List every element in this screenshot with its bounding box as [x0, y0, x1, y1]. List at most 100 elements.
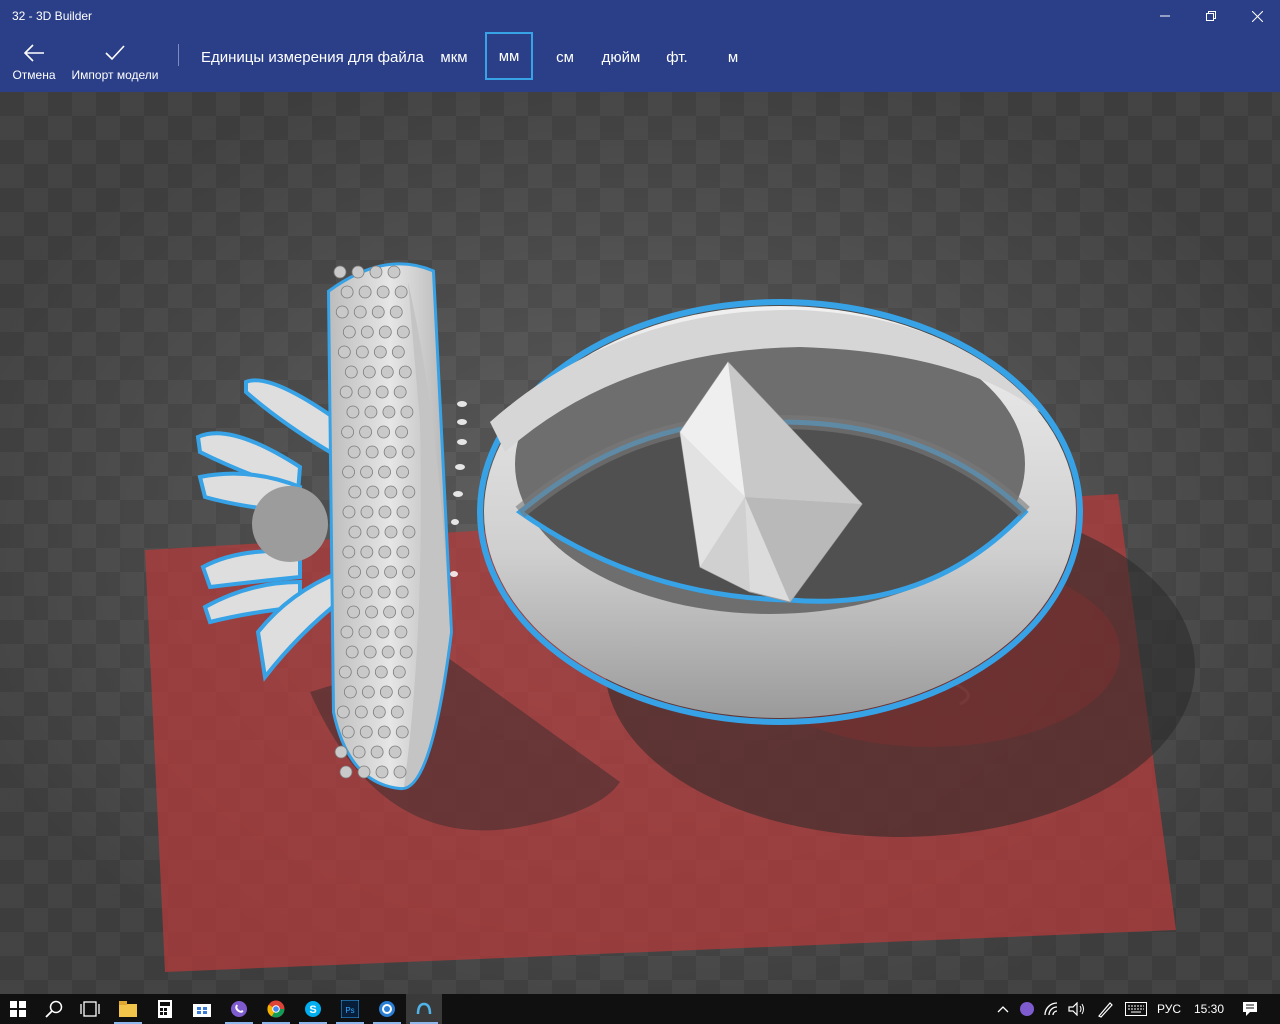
unit-option-mkm[interactable]: мкм: [432, 34, 476, 80]
import-model-button[interactable]: Импорт модели: [68, 36, 162, 88]
bead: [400, 405, 414, 419]
calculator-icon[interactable]: [147, 994, 183, 1024]
bead: [333, 265, 347, 279]
command-bar: Отмена Импорт модели Единицы измерения д…: [0, 32, 1280, 92]
bead: [364, 405, 378, 419]
language-indicator[interactable]: РУС: [1157, 1002, 1181, 1016]
bead: [343, 685, 357, 699]
bead: [347, 445, 361, 459]
bead: [378, 505, 392, 519]
bead: [390, 705, 404, 719]
3d-viewport[interactable]: [0, 92, 1280, 994]
bead: [399, 645, 413, 659]
minimize-button[interactable]: [1142, 0, 1188, 32]
bead: [335, 305, 349, 319]
unit-label: м: [727, 48, 739, 66]
task-view-icon[interactable]: [72, 994, 108, 1024]
bead: [388, 745, 402, 759]
checkmark-icon: [105, 45, 125, 61]
bead: [360, 325, 374, 339]
bead: [377, 425, 390, 439]
bead: [387, 265, 401, 279]
bead: [373, 345, 387, 359]
bead: [392, 665, 406, 679]
bead: [348, 525, 362, 539]
viber-tray-icon[interactable]: [1016, 994, 1038, 1024]
scene-svg[interactable]: [0, 92, 1280, 994]
pen-icon[interactable]: [1094, 994, 1116, 1024]
bead: [371, 305, 385, 319]
bead: [396, 325, 410, 339]
bead: [365, 605, 378, 619]
cancel-label: Отмена: [12, 68, 56, 82]
bead: [341, 585, 355, 599]
center-post: [252, 486, 328, 562]
bead: [334, 745, 348, 759]
skype-icon[interactable]: S: [295, 994, 331, 1024]
bead: [347, 605, 360, 619]
bead: [393, 765, 407, 779]
svg-text:S: S: [309, 1004, 316, 1016]
search-icon[interactable]: [36, 994, 72, 1024]
windows-start-icon[interactable]: [0, 994, 36, 1024]
bead: [383, 605, 396, 619]
taskbar: S Ps РУС 15:30: [0, 994, 1280, 1024]
bead: [357, 385, 371, 399]
bead: [352, 745, 366, 759]
back-arrow-icon: [23, 44, 44, 62]
volume-icon[interactable]: [1066, 994, 1088, 1024]
3d-builder-icon[interactable]: [406, 994, 442, 1024]
unit-option-ft[interactable]: фт.: [657, 34, 697, 80]
bead: [395, 585, 409, 599]
bead: [339, 385, 353, 399]
bead: [402, 565, 415, 579]
bead: [358, 625, 372, 639]
bead: [375, 765, 389, 779]
viber-icon[interactable]: [221, 994, 257, 1024]
bead: [378, 325, 392, 339]
bead: [354, 705, 368, 719]
unit-label: см: [556, 48, 574, 66]
store-icon[interactable]: [184, 994, 220, 1024]
bead: [370, 745, 384, 759]
bead: [393, 385, 407, 399]
bead: [356, 665, 370, 679]
bead: [360, 465, 373, 479]
chevron-up-icon[interactable]: [992, 994, 1014, 1024]
bead: [340, 625, 354, 639]
restore-icon: [1206, 11, 1216, 21]
cancel-button[interactable]: Отмена: [8, 36, 60, 88]
bead: [359, 585, 373, 599]
bead: [359, 425, 372, 439]
keyboard-icon[interactable]: [1122, 994, 1150, 1024]
unit-option-cm[interactable]: см: [545, 34, 585, 80]
bead: [377, 725, 391, 739]
bead: [340, 285, 354, 299]
file-explorer-icon[interactable]: [110, 994, 146, 1024]
photoshop-icon[interactable]: Ps: [332, 994, 368, 1024]
clock[interactable]: 15:30: [1194, 1002, 1224, 1016]
bead: [391, 345, 405, 359]
bead: [377, 585, 391, 599]
notifications-icon[interactable]: [1232, 994, 1268, 1024]
bead: [342, 505, 356, 519]
bead: [379, 685, 393, 699]
unit-option-mm[interactable]: мм: [485, 32, 533, 80]
app-icon[interactable]: [369, 994, 405, 1024]
bead: [382, 405, 396, 419]
bead: [380, 365, 394, 379]
restore-button[interactable]: [1188, 0, 1234, 32]
bead: [339, 765, 353, 779]
unit-label: дюйм: [601, 48, 641, 66]
close-button[interactable]: [1234, 0, 1280, 32]
bead: [353, 305, 367, 319]
chrome-icon[interactable]: [258, 994, 294, 1024]
bead: [384, 485, 398, 499]
unit-option-m[interactable]: м: [716, 34, 750, 80]
window-title: 32 - 3D Builder: [12, 9, 93, 23]
unit-option-inch[interactable]: дюйм: [595, 34, 647, 80]
bead: [345, 645, 359, 659]
bead: [374, 665, 388, 679]
unit-label: мм: [498, 47, 520, 65]
wifi-icon[interactable]: [1042, 994, 1064, 1024]
